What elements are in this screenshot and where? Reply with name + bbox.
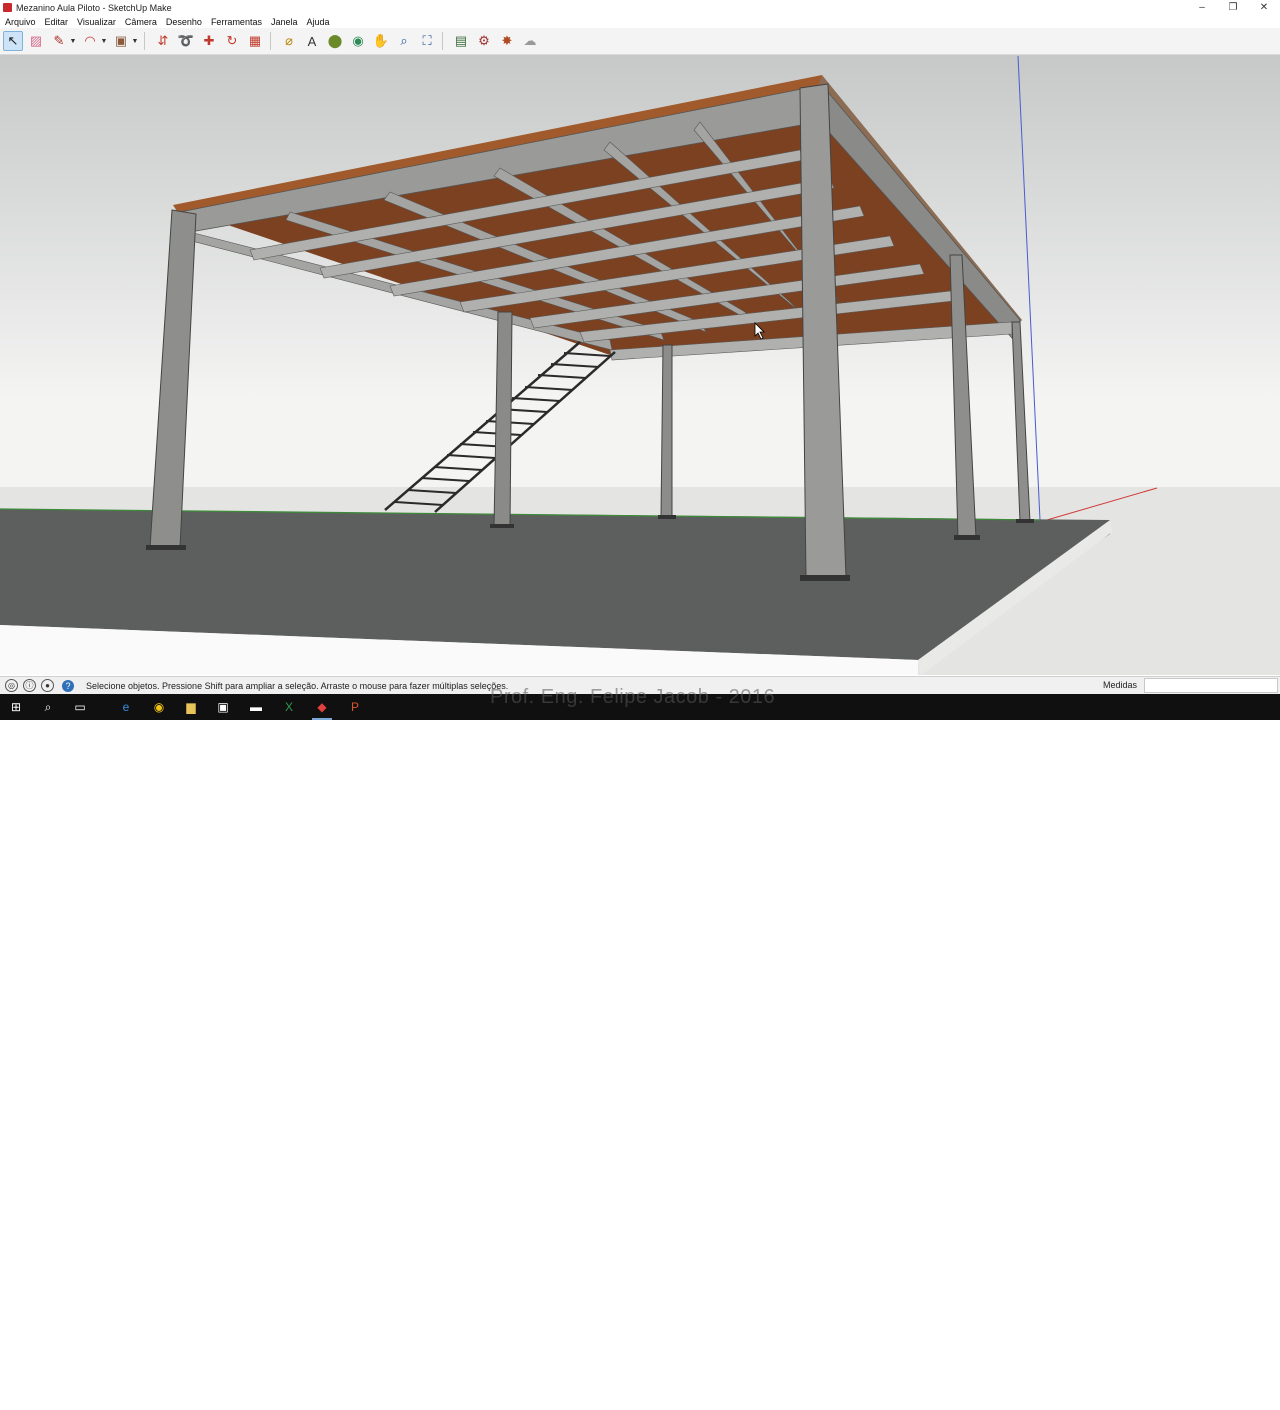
pencil-tool-icon[interactable]: ✎ bbox=[49, 31, 69, 51]
orbit-tool-icon[interactable]: ◉ bbox=[348, 31, 368, 51]
system-clock[interactable]: 11:12 26/06/2016 bbox=[1228, 1390, 1268, 1410]
measures-label: Medidas bbox=[1103, 680, 1138, 690]
sketchup-taskbar-icon[interactable]: ◆ bbox=[312, 697, 332, 720]
toolbar-separator bbox=[442, 32, 443, 50]
3d-warehouse-icon[interactable]: ▤ bbox=[451, 31, 471, 51]
clock-date: 26/06/2016 bbox=[1228, 1400, 1269, 1409]
push-pull-tool-icon[interactable]: ⇵ bbox=[153, 31, 173, 51]
clock-time: 11:12 bbox=[1238, 1390, 1258, 1399]
menu-bar: Arquivo Editar Visualizar Câmera Desenho… bbox=[0, 15, 1280, 28]
toolbar-separator bbox=[270, 32, 271, 50]
status-message: Selecione objetos. Pressione Shift para … bbox=[86, 680, 509, 691]
edge-browser-icon[interactable]: e bbox=[116, 697, 136, 717]
toolbar-separator bbox=[144, 32, 145, 50]
model-viewport[interactable] bbox=[0, 55, 1280, 675]
menu-arquivo[interactable]: Arquivo bbox=[5, 17, 36, 27]
tray-chevron-icon[interactable]: ⌃ bbox=[1142, 1393, 1150, 1404]
arc-tool-icon[interactable]: ◠ bbox=[80, 31, 100, 51]
credits-icon[interactable]: ⓘ bbox=[23, 679, 36, 692]
text-tool-icon[interactable]: A bbox=[302, 31, 322, 51]
tool-dropdown-icon[interactable]: ▼ bbox=[69, 38, 77, 45]
sketchup-app-icon bbox=[3, 3, 12, 12]
store-icon[interactable]: ▣ bbox=[213, 697, 233, 717]
powerpoint-icon[interactable]: P bbox=[345, 697, 365, 717]
people-icon[interactable]: ⚇ bbox=[1157, 1393, 1166, 1404]
tool-dropdown-icon[interactable]: ▼ bbox=[131, 38, 139, 45]
network-icon[interactable]: ▭ bbox=[1172, 1393, 1181, 1404]
menu-editar[interactable]: Editar bbox=[45, 17, 69, 27]
geo-location-icon[interactable]: ◎ bbox=[5, 679, 18, 692]
pan-tool-icon[interactable]: ✋ bbox=[371, 31, 391, 51]
tool-dropdown-icon[interactable]: ▼ bbox=[100, 38, 108, 45]
menu-camera[interactable]: Câmera bbox=[125, 17, 157, 27]
window-title: Mezanino Aula Piloto - SketchUp Make bbox=[16, 2, 172, 13]
eraser-tool-icon[interactable]: ▨ bbox=[26, 31, 46, 51]
title-bar: Mezanino Aula Piloto - SketchUp Make bbox=[0, 0, 1280, 15]
measures-input[interactable] bbox=[1144, 678, 1278, 693]
task-view-icon[interactable]: ▭ bbox=[70, 697, 90, 717]
restore-button[interactable]: ❐ bbox=[1218, 0, 1248, 15]
zoom-tool-icon[interactable]: ⌕ bbox=[394, 31, 414, 51]
paint-bucket-tool-icon[interactable]: ⬤ bbox=[325, 31, 345, 51]
select-tool-icon[interactable]: ↖ bbox=[3, 31, 23, 51]
keyboard-icon[interactable]: ⌨ bbox=[1203, 1393, 1217, 1404]
windows-start-icon[interactable]: ⊞ bbox=[6, 697, 26, 717]
menu-janela[interactable]: Janela bbox=[271, 17, 298, 27]
toolbar: ↖ ▨ ✎ ▼ ◠ ▼ ▣ ▼ ⇵ ➰ ✚ ↻ ▦ ⌀ A ⬤ ◉ ✋ ⌕ ⛶ ▤ ⚙ ✸ ☁ bbox=[0, 28, 1280, 55]
scale-tool-icon[interactable]: ▦ bbox=[245, 31, 265, 51]
search-icon[interactable]: ⌕ bbox=[38, 697, 58, 717]
terminal-icon[interactable]: ▬ bbox=[246, 697, 266, 717]
rectangle-tool-icon[interactable]: ▣ bbox=[111, 31, 131, 51]
tape-measure-tool-icon[interactable]: ⌀ bbox=[279, 31, 299, 51]
move-tool-icon[interactable]: ✚ bbox=[199, 31, 219, 51]
rotate-tool-icon[interactable]: ↻ bbox=[222, 31, 242, 51]
model-canvas[interactable] bbox=[0, 55, 1280, 675]
menu-visualizar[interactable]: Visualizar bbox=[77, 17, 116, 27]
more-chevron-icon[interactable]: » bbox=[1128, 1389, 1132, 1398]
file-explorer-icon[interactable]: ▆ bbox=[181, 697, 201, 717]
components-icon[interactable]: ✸ bbox=[497, 31, 517, 51]
menu-ferramentas[interactable]: Ferramentas bbox=[211, 17, 262, 27]
send-to-layout-icon[interactable]: ☁ bbox=[520, 31, 540, 51]
battery-icon[interactable]: ▮ bbox=[1188, 1393, 1194, 1404]
menu-ajuda[interactable]: Ajuda bbox=[307, 17, 330, 27]
excel-icon[interactable]: X bbox=[279, 697, 299, 717]
follow-me-tool-icon[interactable]: ➰ bbox=[176, 31, 196, 51]
close-button[interactable]: ✕ bbox=[1249, 0, 1279, 15]
watermark: Prof. Eng. Felipe Jacob - 2016 bbox=[490, 686, 776, 708]
help-icon[interactable]: ? bbox=[62, 679, 74, 692]
desktop-label[interactable]: Área de Trabalho bbox=[1065, 1396, 1126, 1405]
minimize-button[interactable]: – bbox=[1187, 0, 1217, 15]
chrome-browser-icon[interactable]: ◉ bbox=[149, 697, 169, 717]
zoom-extents-tool-icon[interactable]: ⛶ bbox=[417, 31, 437, 51]
user-icon[interactable]: ● bbox=[41, 679, 54, 692]
extension-warehouse-icon[interactable]: ⚙ bbox=[474, 31, 494, 51]
menu-desenho[interactable]: Desenho bbox=[166, 17, 202, 27]
